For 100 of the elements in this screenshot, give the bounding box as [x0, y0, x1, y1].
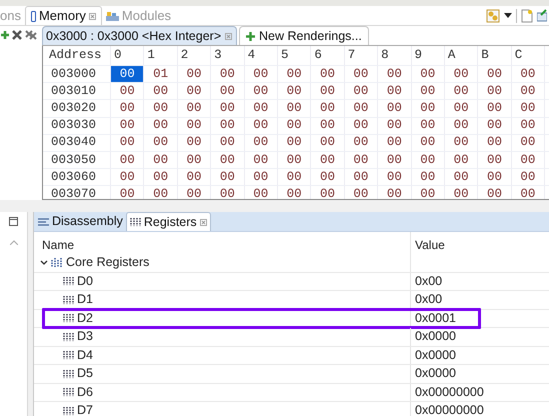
memory-cell[interactable]: 00	[512, 100, 546, 117]
memory-cell[interactable]: 00	[244, 186, 278, 199]
memory-cell[interactable]: 00	[311, 100, 345, 117]
memory-cell[interactable]: 00	[311, 83, 345, 100]
memory-cell[interactable]: 00	[444, 118, 478, 134]
memory-cell[interactable]: 00	[111, 118, 144, 134]
memory-cell[interactable]: 00	[144, 169, 178, 186]
memory-cell[interactable]: 00	[378, 83, 412, 100]
register-name[interactable]: D7	[77, 401, 93, 416]
memory-cell[interactable]: 01	[144, 66, 178, 82]
memory-cell[interactable]: 00	[344, 186, 378, 199]
memory-cell[interactable]: 00	[512, 134, 546, 151]
memory-cell[interactable]: 00	[111, 66, 144, 82]
memory-cell[interactable]: 00	[311, 66, 345, 82]
memory-cell[interactable]: 00	[278, 100, 312, 117]
close-icon[interactable]	[225, 32, 232, 40]
tab[interactable]: Disassembly	[35, 212, 126, 231]
tab[interactable]: Memory	[24, 6, 102, 25]
remove-all-icon[interactable]	[25, 30, 37, 40]
memory-cell[interactable]: 00	[111, 186, 144, 199]
memory-cell[interactable]: 00	[144, 83, 178, 100]
register-name[interactable]: D5	[77, 364, 93, 384]
close-icon[interactable]	[88, 12, 96, 20]
dropdown-icon[interactable]	[504, 12, 512, 18]
export-icon[interactable]	[537, 8, 547, 22]
memory-cell[interactable]: 00	[178, 186, 212, 199]
memory-cell[interactable]: 00	[512, 169, 546, 186]
memory-cell[interactable]: 00	[178, 100, 212, 117]
close-icon[interactable]	[200, 218, 207, 226]
memory-cell[interactable]: 00	[311, 118, 345, 134]
memory-cell[interactable]: 00	[111, 134, 144, 151]
memory-cell[interactable]: 00	[178, 152, 212, 168]
memory-cell[interactable]: 00	[211, 134, 245, 151]
memory-cell[interactable]: 00	[444, 186, 478, 199]
memory-cell[interactable]: 00	[478, 169, 512, 186]
memory-cell[interactable]: 00	[512, 152, 546, 168]
memory-cell[interactable]: 00	[344, 118, 378, 134]
register-name[interactable]: D0	[77, 272, 93, 291]
memory-cell[interactable]: 00	[111, 169, 144, 186]
memory-cell[interactable]: 00	[478, 100, 512, 117]
register-name[interactable]: D3	[77, 327, 93, 346]
memory-cell[interactable]: 00	[444, 100, 478, 117]
memory-cell[interactable]: 00	[278, 169, 312, 186]
memory-cell[interactable]: 00	[244, 134, 278, 151]
memory-cell[interactable]: 00	[478, 83, 512, 100]
memory-cell[interactable]: 00	[244, 169, 278, 186]
memory-cell[interactable]: 00	[211, 100, 245, 117]
memory-cell[interactable]: 00	[278, 118, 312, 134]
memory-cell[interactable]: 00	[244, 118, 278, 134]
memory-cell[interactable]: 00	[378, 169, 412, 186]
memory-cell[interactable]: 00	[311, 186, 345, 199]
memory-cell[interactable]: 00	[412, 118, 445, 134]
tab[interactable]: Registers	[126, 212, 211, 231]
memory-cell[interactable]: 00	[412, 100, 445, 117]
memory-cell[interactable]: 00	[378, 134, 412, 151]
memory-cell[interactable]: 00	[278, 152, 312, 168]
memory-cell[interactable]: 00	[144, 152, 178, 168]
memory-cell[interactable]: 00	[478, 118, 512, 134]
column-header[interactable]: Name	[34, 232, 411, 254]
chevron-down-icon[interactable]	[40, 260, 48, 266]
memory-cell[interactable]: 00	[378, 66, 412, 82]
new-page-icon[interactable]	[521, 8, 533, 22]
memory-cell[interactable]: 00	[512, 83, 546, 100]
memory-cell[interactable]: 00	[412, 152, 445, 168]
memory-cell[interactable]: 00	[344, 83, 378, 100]
memory-cell[interactable]: 00	[344, 134, 378, 151]
memory-cell[interactable]: 00	[378, 152, 412, 168]
memory-cell[interactable]: 00	[412, 83, 445, 100]
memory-cell[interactable]: 00	[144, 118, 178, 134]
memory-cell[interactable]: 00	[244, 66, 278, 82]
memory-cell[interactable]: 00	[111, 152, 144, 168]
memory-cell[interactable]: 00	[344, 169, 378, 186]
memory-cell[interactable]: 00	[178, 66, 212, 82]
memory-cell[interactable]: 00	[444, 152, 478, 168]
tree-item[interactable]: Core Registers	[66, 253, 150, 272]
memory-cell[interactable]: 00	[311, 152, 345, 168]
memory-cell[interactable]: 00	[512, 118, 546, 134]
memory-cell[interactable]: 00	[278, 66, 312, 82]
memory-cell[interactable]: 00	[378, 118, 412, 134]
memory-cell[interactable]: 00	[211, 186, 245, 199]
minimize-icon[interactable]	[9, 217, 18, 226]
memory-cell[interactable]: 00	[444, 66, 478, 82]
memory-cell[interactable]: 00	[178, 169, 212, 186]
memory-cell[interactable]: 00	[444, 134, 478, 151]
memory-cell[interactable]: 00	[412, 169, 445, 186]
memory-cell[interactable]: 00	[111, 83, 144, 100]
tab[interactable]: New Renderings...	[239, 26, 369, 45]
memory-cell[interactable]: 00	[378, 100, 412, 117]
memory-cell[interactable]: 00	[444, 169, 478, 186]
memory-cell[interactable]: 00	[111, 100, 144, 117]
register-name[interactable]: D4	[77, 346, 93, 365]
memory-cell[interactable]: 00	[211, 152, 245, 168]
column-header[interactable]: Value	[411, 232, 445, 254]
memory-cell[interactable]: 00	[211, 169, 245, 186]
memory-cell[interactable]: 00	[378, 186, 412, 199]
memory-cell[interactable]: 00	[211, 83, 245, 100]
tab[interactable]: 0x3000 : 0x3000 <Hex Integer>	[42, 26, 237, 45]
memory-cell[interactable]: 00	[244, 83, 278, 100]
memory-cell[interactable]: 00	[478, 152, 512, 168]
memory-cell[interactable]: 00	[144, 186, 178, 199]
